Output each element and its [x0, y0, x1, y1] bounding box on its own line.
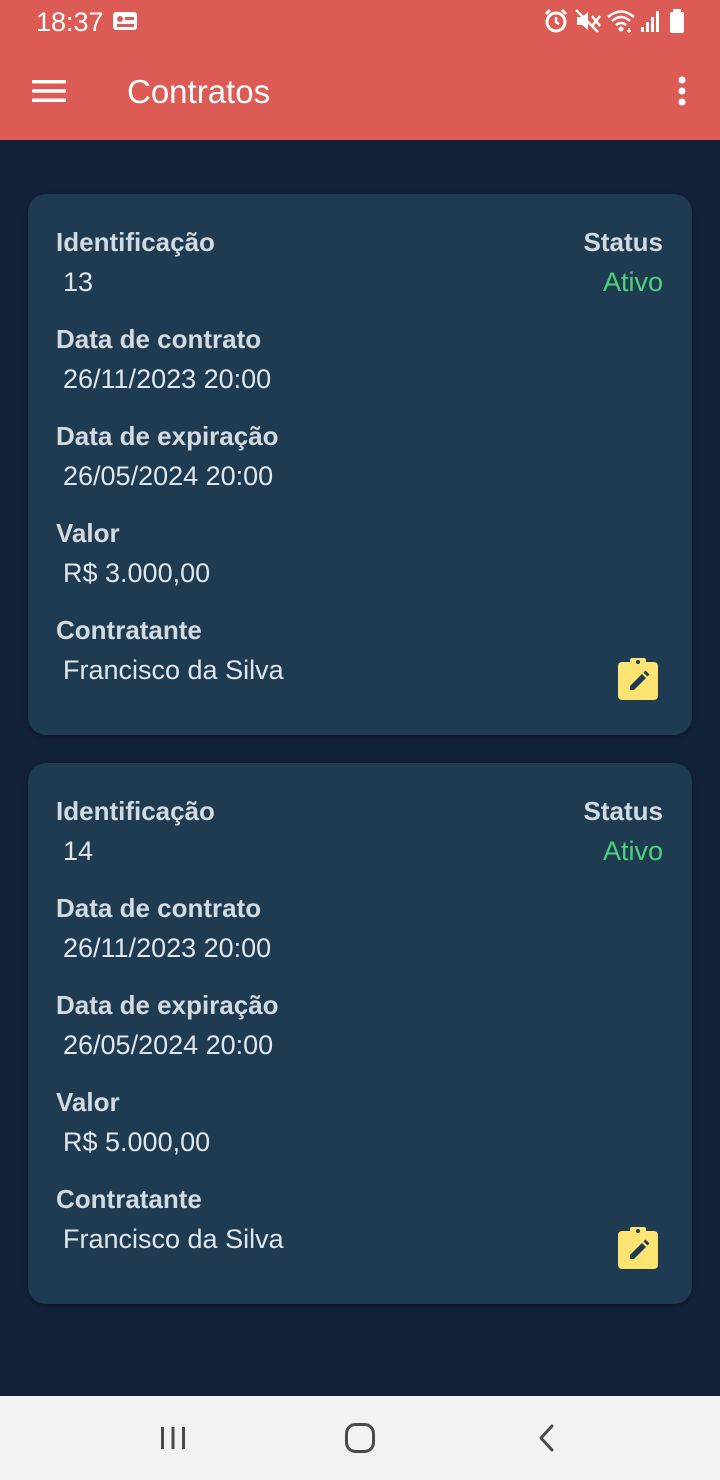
status-label: Status — [583, 796, 663, 826]
data-contrato-label: Data de contrato — [56, 893, 262, 923]
valor-label: Valor — [56, 1087, 120, 1117]
battery-icon — [668, 8, 686, 34]
data-expiracao-value: 26/05/2024 20:00 — [63, 1030, 274, 1060]
valor-label: Valor — [56, 518, 120, 548]
data-expiracao-label: Data de expiração — [56, 990, 279, 1020]
contratante-value: Francisco da Silva — [63, 655, 284, 685]
back-button[interactable] — [487, 1396, 607, 1480]
contratante-label: Contratante — [56, 615, 202, 645]
header: 18:37 Contratos — [0, 0, 720, 140]
contratante-label: Contratante — [56, 1184, 202, 1214]
edit-clipboard-icon[interactable] — [617, 1226, 659, 1270]
data-expiracao-value: 26/05/2024 20:00 — [63, 461, 274, 491]
status-label: Status — [583, 227, 663, 257]
valor-value: R$ 3.000,00 — [63, 558, 211, 588]
contract-list: Identificação 13 Status Ativo Data de co… — [0, 140, 720, 1396]
contratante-value: Francisco da Silva — [63, 1224, 284, 1254]
edit-clipboard-icon[interactable] — [617, 657, 659, 701]
page-title: Contratos — [127, 73, 271, 110]
wifi-icon — [606, 8, 636, 34]
identificacao-value: 14 — [63, 836, 94, 866]
menu-icon[interactable] — [24, 66, 74, 116]
home-button[interactable] — [300, 1396, 420, 1480]
identificacao-label: Identificação — [56, 796, 215, 826]
more-vert-icon[interactable] — [662, 66, 702, 116]
data-contrato-value: 26/11/2023 20:00 — [63, 364, 272, 394]
valor-value: R$ 5.000,00 — [63, 1127, 211, 1157]
data-contrato-label: Data de contrato — [56, 324, 262, 354]
data-expiracao-label: Data de expiração — [56, 421, 279, 451]
notification-icon — [112, 9, 140, 35]
status-bar: 18:37 — [0, 0, 720, 42]
status-value: Ativo — [602, 836, 663, 866]
signal-icon — [640, 8, 662, 34]
app-bar: Contratos — [0, 42, 720, 140]
identificacao-label: Identificação — [56, 227, 215, 257]
system-nav-bar — [0, 1396, 720, 1480]
mute-icon — [574, 8, 602, 34]
contract-card: Identificação 14 Status Ativo Data de co… — [28, 763, 692, 1304]
status-time: 18:37 — [36, 7, 104, 37]
identificacao-value: 13 — [63, 267, 94, 297]
contract-card: Identificação 13 Status Ativo Data de co… — [28, 194, 692, 735]
alarm-icon — [543, 8, 569, 34]
data-contrato-value: 26/11/2023 20:00 — [63, 933, 272, 963]
status-value: Ativo — [602, 267, 663, 297]
recent-apps-button[interactable] — [113, 1396, 233, 1480]
